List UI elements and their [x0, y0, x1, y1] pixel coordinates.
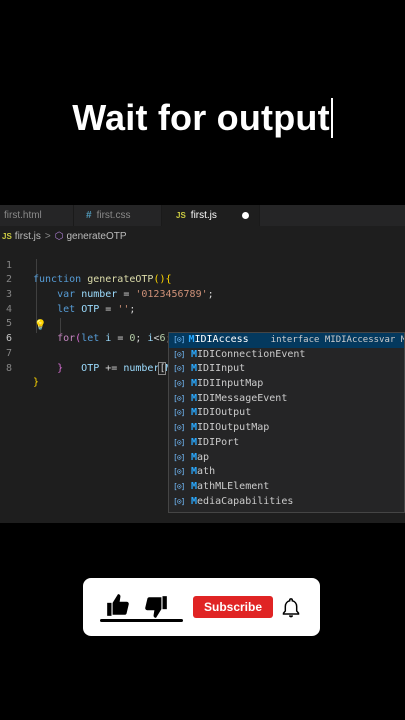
suggestion-item[interactable]: [⊙] M IDIInputMap: [169, 377, 404, 392]
tab-bar: first.html # first.css JS first.js: [0, 205, 405, 226]
tab-bar-empty: [260, 205, 405, 226]
caption: Wait for output: [0, 96, 405, 140]
bell-icon[interactable]: [280, 596, 302, 620]
suggestion-item[interactable]: [⊙] M IDIConnectionEvent: [169, 348, 404, 363]
tab-first-js[interactable]: JS first.js: [162, 205, 260, 226]
tab-first-html[interactable]: first.html: [0, 205, 74, 226]
tab-label: first.js: [190, 210, 217, 221]
suggestion-item[interactable]: [⊙] M IDIInput: [169, 362, 404, 377]
variable-symbol-icon: [⊙]: [173, 452, 185, 462]
suggestion-item[interactable]: [⊙] Map: [169, 451, 404, 466]
code-line: 5 for(let i = 0; i<6; i++){: [0, 303, 405, 344]
subscribe-bar: Subscribe: [83, 578, 320, 636]
code-editor: first.html # first.css JS first.js JS fi…: [0, 205, 405, 523]
variable-symbol-icon: [⊙]: [173, 393, 185, 403]
code-line: 2 var number = '0123456789';: [0, 259, 405, 300]
breadcrumb-separator: >: [44, 230, 51, 242]
code-line: 3 let OTP = '';: [0, 273, 405, 315]
suggestion-item[interactable]: [⊙] M IDIPort: [169, 436, 404, 451]
line-source: }: [57, 362, 64, 374]
suggestion-item[interactable]: [⊙] M IDIOutputMap: [169, 421, 404, 436]
tab-label: first.html: [4, 210, 42, 221]
breadcrumb-file[interactable]: first.js: [15, 231, 41, 242]
thumbs-up-icon[interactable]: [105, 592, 131, 618]
js-file-icon: JS: [176, 211, 186, 220]
variable-symbol-icon: [⊙]: [173, 481, 185, 491]
line-number: 8: [5, 362, 12, 374]
function-symbol-icon: ⬡: [54, 230, 64, 242]
suggestion-item[interactable]: [⊙] M IDIMessageEvent: [169, 392, 404, 407]
css-file-icon: #: [86, 210, 92, 221]
subscribe-button[interactable]: Subscribe: [193, 596, 273, 618]
thumbs-down-icon[interactable]: [143, 594, 169, 620]
variable-symbol-icon: [⊙]: [173, 423, 185, 433]
line-source: }: [33, 377, 40, 389]
code-line: 4: [0, 288, 405, 315]
variable-symbol-icon: [⊙]: [173, 437, 185, 447]
js-file-icon: JS: [2, 231, 12, 241]
code-line-active: 6 💡 OTP += number[M]: [0, 317, 405, 375]
variable-symbol-icon: [⊙]: [173, 496, 185, 506]
variable-symbol-icon: [⊙]: [173, 349, 185, 359]
suggestion-item[interactable]: [⊙] MediaCapabilities: [169, 495, 404, 510]
suggestion-item[interactable]: [⊙] MathMLElement: [169, 480, 404, 495]
autocomplete-suggestions: [⊙] M IDIAccess interface MIDIAccessvar M…: [168, 332, 405, 513]
variable-symbol-icon: [⊙]: [173, 364, 185, 374]
unsaved-dot-icon[interactable]: [242, 212, 249, 219]
caption-text: Wait for output: [72, 97, 330, 138]
suggestion-item[interactable]: [⊙] Math: [169, 465, 404, 480]
suggestion-item[interactable]: [⊙] M IDIAccess interface MIDIAccessvar M: [169, 333, 404, 348]
variable-symbol-icon: [⊙]: [173, 467, 185, 477]
like-underline: [100, 619, 183, 622]
tab-first-css[interactable]: # first.css: [74, 205, 162, 226]
code-line: 1 function generateOTP(){: [0, 244, 405, 286]
text-cursor: [330, 98, 333, 138]
breadcrumb: JS first.js > ⬡ generateOTP: [0, 228, 127, 244]
variable-symbol-icon: [⊙]: [173, 379, 185, 389]
variable-symbol-icon: [⊙]: [173, 335, 185, 344]
breadcrumb-symbol[interactable]: generateOTP: [66, 231, 126, 242]
variable-symbol-icon: [⊙]: [173, 408, 185, 418]
suggestion-detail: interface MIDIAccessvar M: [270, 335, 404, 345]
tab-label: first.css: [96, 210, 131, 221]
suggestion-item[interactable]: [⊙] M IDIOutput: [169, 406, 404, 421]
